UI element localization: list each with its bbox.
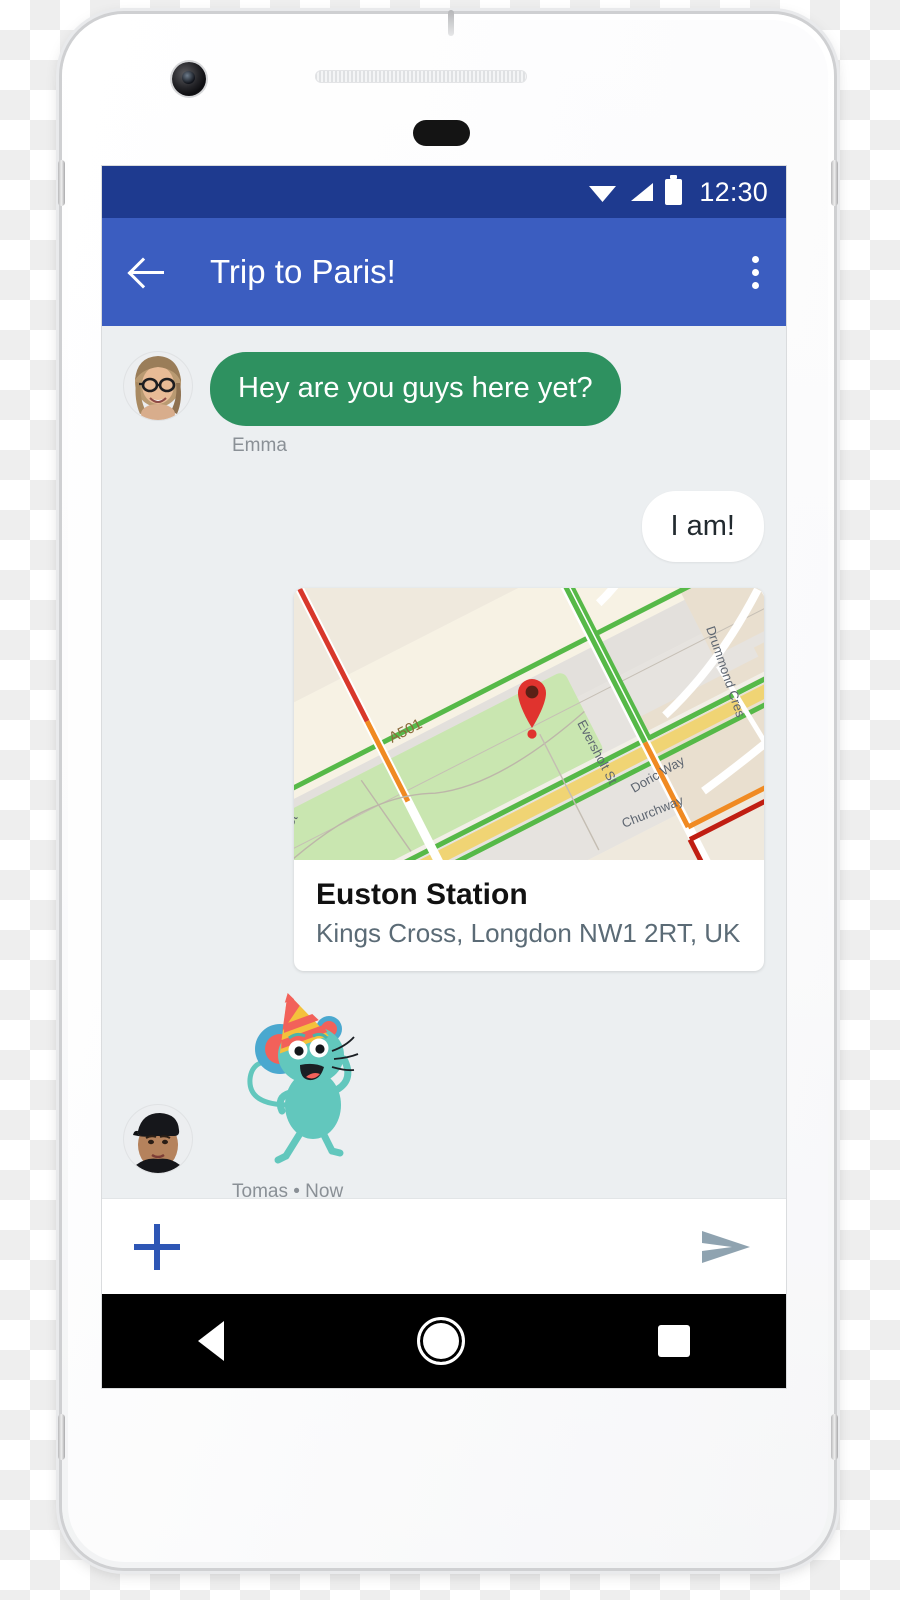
antenna-line <box>448 10 454 36</box>
edge-band <box>831 1414 838 1460</box>
edge-band <box>58 1414 65 1460</box>
battery-icon <box>665 175 683 205</box>
message-bubble[interactable]: I am! <box>641 490 764 562</box>
status-bar: 12:30 <box>102 166 786 218</box>
page-title: Trip to Paris! <box>210 253 396 290</box>
cell-signal-icon <box>631 183 654 201</box>
map-image: Melton St A501 Eversholt St Doric Way Dr… <box>294 587 764 860</box>
message-outgoing-text: I am! <box>124 457 764 562</box>
party-mouse-sticker[interactable] <box>228 993 378 1173</box>
earpiece-speaker-icon <box>315 70 527 83</box>
nav-back-icon[interactable] <box>198 1321 225 1361</box>
conversation-list[interactable]: Hey are you guys here yet? Emma I am! A5… <box>102 326 786 1198</box>
party-mouse-sticker-image <box>247 993 359 1164</box>
front-camera-icon <box>172 62 206 96</box>
status-icons: 12:30 <box>588 175 768 208</box>
location-card-text: Euston Station Kings Cross, Longdon NW1 … <box>294 860 764 971</box>
message-bubble[interactable]: Hey are you guys here yet? <box>210 352 621 426</box>
send-icon[interactable] <box>698 1227 754 1267</box>
avatar[interactable] <box>124 1104 192 1173</box>
message-incoming-text: Hey are you guys here yet? <box>124 352 764 426</box>
edge-band <box>58 160 65 206</box>
phone-device: 12:30 Trip to Paris! Hey are you guys he… <box>58 10 838 1568</box>
status-time: 12:30 <box>699 176 768 207</box>
overflow-dot <box>751 281 759 289</box>
overflow-dot <box>751 268 759 276</box>
overflow-dot <box>751 255 759 263</box>
overflow-menu-icon[interactable] <box>750 255 760 289</box>
place-address: Kings Cross, Longdon NW1 2RT, UK <box>316 917 741 948</box>
emma-avatar <box>124 352 192 420</box>
android-nav-bar <box>102 1294 786 1388</box>
message-sender-label: Emma <box>232 434 287 456</box>
place-name: Euston Station <box>316 877 528 911</box>
message-incoming-sticker <box>124 993 764 1173</box>
nav-home-icon[interactable] <box>416 1317 465 1365</box>
plus-icon[interactable] <box>134 1223 180 1270</box>
proximity-sensor-icon <box>413 120 470 146</box>
tomas-avatar <box>124 1104 192 1173</box>
wifi-icon <box>589 186 617 202</box>
message-composer[interactable] <box>102 1198 786 1294</box>
message-meta-label: Tomas • Now <box>232 1180 344 1198</box>
back-arrow-icon[interactable] <box>128 252 168 292</box>
app-bar: Trip to Paris! <box>102 218 786 326</box>
location-card[interactable]: Melton St A501 Eversholt St Doric Way Dr… <box>294 587 764 971</box>
avatar[interactable] <box>124 352 192 420</box>
phone-screen: 12:30 Trip to Paris! Hey are you guys he… <box>102 166 786 1388</box>
edge-band <box>831 160 838 206</box>
map-preview[interactable]: Melton St A501 Eversholt St Doric Way Dr… <box>294 587 764 860</box>
nav-recents-icon[interactable] <box>657 1325 690 1357</box>
